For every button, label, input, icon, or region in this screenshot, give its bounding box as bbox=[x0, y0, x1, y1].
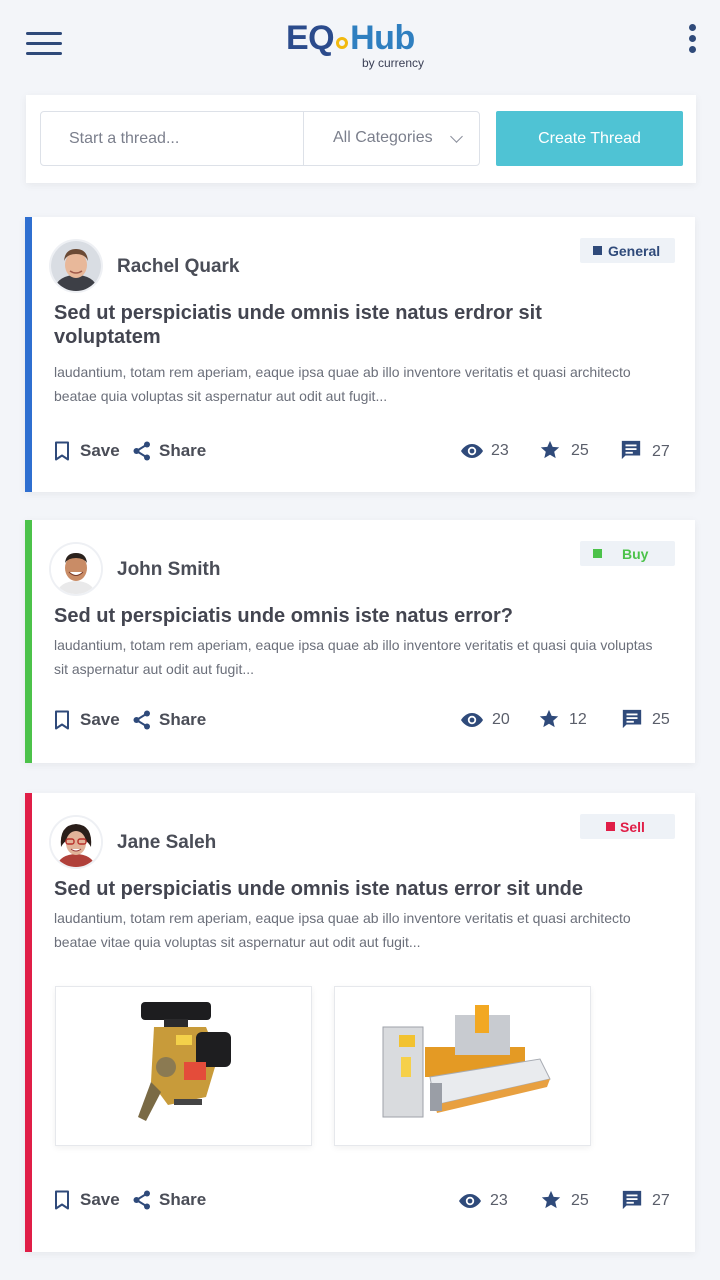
cnc-router-machine-image bbox=[382, 1005, 551, 1118]
views-count: 23 bbox=[491, 442, 509, 459]
share-button[interactable]: Share bbox=[133, 1188, 213, 1212]
star-icon bbox=[541, 1190, 561, 1209]
stars-stat[interactable]: 12 bbox=[538, 708, 598, 732]
app-header: EQ Hub by currency bbox=[0, 0, 720, 92]
eye-icon bbox=[459, 1194, 481, 1208]
thread-author[interactable]: Jane Saleh bbox=[117, 832, 216, 854]
comment-icon bbox=[621, 440, 641, 460]
thread-excerpt: laudantium, totam rem aperiam, eaque ips… bbox=[54, 637, 653, 677]
comments-count: 25 bbox=[652, 711, 670, 728]
thread-excerpt: laudantium, totam rem aperiam, eaque ips… bbox=[54, 910, 631, 950]
logo-text-left: EQ bbox=[286, 19, 335, 57]
thread-card[interactable]: John Smith Buy Sed ut perspiciatis unde … bbox=[25, 520, 695, 763]
views-count: 20 bbox=[492, 711, 510, 728]
category-badge-label: Buy bbox=[622, 546, 649, 562]
share-icon bbox=[133, 441, 150, 461]
category-badge[interactable]: General bbox=[580, 238, 675, 263]
comments-count: 27 bbox=[652, 1192, 670, 1209]
bookmark-icon bbox=[55, 1190, 69, 1210]
thread-card[interactable]: Rachel Quark General Sed ut perspiciatis… bbox=[25, 217, 695, 492]
save-label: Save bbox=[80, 1190, 120, 1209]
share-button[interactable]: Share bbox=[133, 439, 213, 463]
share-label: Share bbox=[159, 710, 207, 729]
avatar[interactable] bbox=[51, 241, 101, 291]
avatar[interactable] bbox=[51, 817, 101, 867]
views-stat: 23 bbox=[460, 439, 520, 463]
thread-author[interactable]: John Smith bbox=[117, 559, 220, 581]
chevron-down-icon bbox=[450, 130, 463, 143]
bookmark-icon bbox=[55, 710, 69, 730]
category-accent-bar bbox=[25, 520, 32, 763]
star-icon bbox=[540, 440, 560, 459]
thread-title[interactable]: Sed ut perspiciatis unde omnis iste natu… bbox=[54, 604, 654, 628]
eye-icon bbox=[461, 444, 483, 458]
share-icon bbox=[133, 710, 150, 730]
comments-count: 27 bbox=[652, 443, 670, 460]
eye-icon bbox=[461, 713, 483, 727]
logo-dot-icon bbox=[336, 37, 349, 49]
star-icon bbox=[539, 709, 559, 728]
comments-stat[interactable]: 25 bbox=[621, 708, 681, 732]
save-label: Save bbox=[80, 710, 120, 729]
category-accent-bar bbox=[25, 217, 32, 492]
views-stat: 20 bbox=[460, 708, 520, 732]
app-logo[interactable]: EQ Hub by currency bbox=[286, 20, 446, 76]
category-badge[interactable]: Buy bbox=[580, 541, 675, 566]
share-button[interactable]: Share bbox=[133, 708, 213, 732]
thread-image[interactable] bbox=[334, 986, 591, 1146]
views-stat: 23 bbox=[458, 1189, 518, 1213]
category-square-icon bbox=[606, 822, 615, 831]
save-button[interactable]: Save bbox=[54, 439, 124, 463]
thread-search-input[interactable] bbox=[41, 112, 303, 165]
avatar[interactable] bbox=[51, 544, 101, 594]
save-button[interactable]: Save bbox=[54, 1188, 124, 1212]
bag-closer-machine-image bbox=[138, 1002, 231, 1121]
logo-text-right: Hub bbox=[350, 19, 415, 57]
category-square-icon bbox=[593, 246, 602, 255]
bookmark-icon bbox=[55, 441, 69, 461]
category-select[interactable]: All Categories bbox=[303, 112, 480, 165]
comments-stat[interactable]: 27 bbox=[620, 439, 680, 463]
stars-stat[interactable]: 25 bbox=[539, 439, 599, 463]
views-count: 23 bbox=[490, 1192, 508, 1209]
hamburger-menu-icon[interactable] bbox=[26, 32, 62, 58]
search-box: All Categories bbox=[40, 111, 480, 166]
thread-card[interactable]: Jane Saleh Sell Sed ut perspiciatis unde… bbox=[25, 793, 695, 1252]
share-label: Share bbox=[159, 1190, 207, 1209]
comments-stat[interactable]: 27 bbox=[621, 1189, 681, 1213]
thread-title[interactable]: Sed ut perspiciatis unde omnis iste natu… bbox=[54, 301, 654, 349]
create-thread-button[interactable]: Create Thread bbox=[496, 111, 683, 166]
thread-author[interactable]: Rachel Quark bbox=[117, 256, 240, 278]
share-label: Share bbox=[159, 441, 207, 460]
stars-count: 12 bbox=[569, 711, 587, 728]
more-vertical-icon[interactable] bbox=[684, 24, 700, 58]
stars-count: 25 bbox=[571, 1192, 589, 1209]
thread-image[interactable] bbox=[55, 986, 312, 1146]
comment-icon bbox=[622, 709, 642, 729]
category-accent-bar bbox=[25, 793, 32, 1252]
logo-subtitle: by currency bbox=[362, 56, 425, 70]
save-button[interactable]: Save bbox=[54, 708, 124, 732]
category-badge-label: General bbox=[608, 243, 661, 259]
category-square-icon bbox=[593, 549, 602, 558]
stars-count: 25 bbox=[571, 442, 589, 459]
thread-title[interactable]: Sed ut perspiciatis unde omnis iste natu… bbox=[54, 877, 654, 901]
category-badge[interactable]: Sell bbox=[580, 814, 675, 839]
category-badge-label: Sell bbox=[620, 819, 645, 835]
thread-excerpt: laudantium, totam rem aperiam, eaque ips… bbox=[54, 364, 631, 404]
stars-stat[interactable]: 25 bbox=[540, 1189, 600, 1213]
thread-toolbar: All Categories Create Thread bbox=[26, 95, 696, 183]
save-label: Save bbox=[80, 441, 120, 460]
share-icon bbox=[133, 1190, 150, 1210]
comment-icon bbox=[622, 1190, 642, 1210]
category-select-value: All Categories bbox=[333, 129, 433, 146]
